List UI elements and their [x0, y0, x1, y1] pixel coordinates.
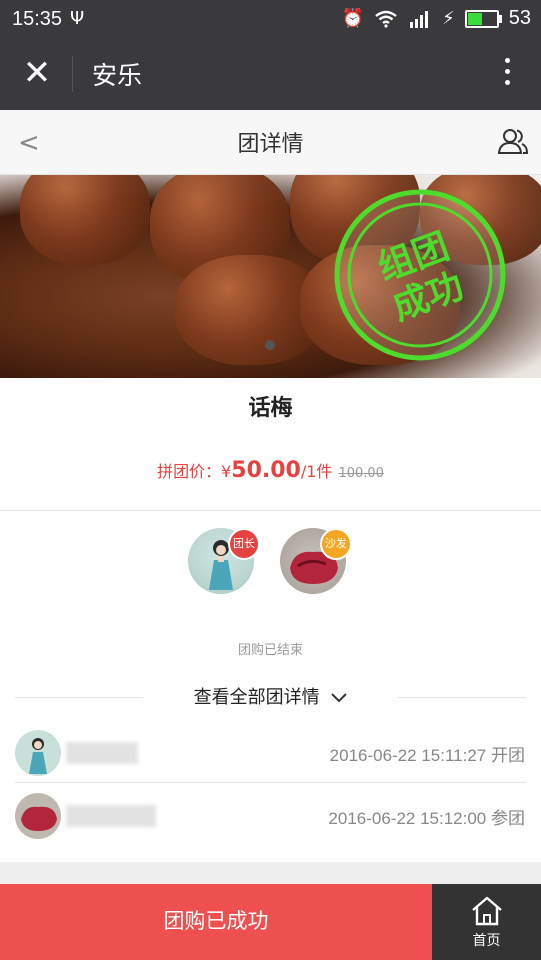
group-status-text: 团购已结束: [237, 643, 303, 658]
member-name-blurred: [66, 742, 138, 764]
group-success-button[interactable]: 团购已成功: [0, 884, 432, 960]
view-all-details[interactable]: 查看全部团详情: [0, 683, 541, 709]
status-time: 15:35: [12, 8, 63, 30]
group-price: 拼团价：¥50.00/1件 100.00: [0, 458, 541, 483]
group-members-button[interactable]: [497, 126, 529, 160]
member-time: 2016-06-22 15:12:00: [328, 809, 487, 828]
price-currency: ¥: [221, 462, 232, 481]
app-title: 安乐: [92, 61, 143, 90]
status-icons: ⏰ ⚡ 53: [342, 7, 531, 30]
close-button[interactable]: ✕: [18, 54, 56, 92]
price-label: 拼团价：: [157, 462, 222, 481]
leader-badge: 团长: [228, 528, 260, 560]
carousel-indicator: [265, 340, 275, 350]
section-divider: [0, 862, 541, 884]
more-menu-button[interactable]: [505, 58, 511, 91]
member-action: 参团: [491, 809, 525, 829]
battery-percent: 53: [508, 7, 531, 29]
sofa-badge: 沙发: [320, 528, 352, 560]
home-tab[interactable]: 首页: [432, 884, 541, 960]
usb-icon: Ψ: [70, 8, 85, 29]
status-bar: 15:35 Ψ ⏰ ⚡ 53: [0, 0, 541, 38]
list-item: 2016-06-22 15:12:00 参团: [0, 785, 541, 845]
member-name-blurred: [66, 805, 156, 827]
wifi-icon: [375, 10, 397, 28]
member-info: 2016-06-22 15:11:27 开团: [330, 741, 525, 766]
member-action: 开团: [491, 746, 525, 766]
more-dot-icon: [505, 69, 510, 74]
battery-icon: [464, 9, 502, 28]
avatar-image: [21, 806, 57, 831]
divider: [15, 782, 526, 783]
member-info: 2016-06-22 15:12:00 参团: [328, 804, 525, 829]
product-name: 话梅: [248, 396, 293, 421]
member-avatar: [15, 730, 61, 776]
avatar-image: [29, 738, 47, 774]
price-value: 50.00: [231, 458, 301, 483]
battery-fill: [467, 12, 482, 25]
app-bar: ✕ 安乐: [0, 38, 541, 110]
nav-bar: < 团详情: [0, 110, 541, 175]
banner-image: [20, 175, 150, 265]
signal-icon: [410, 10, 429, 28]
charging-icon: ⚡: [442, 8, 455, 29]
more-dot-icon: [505, 58, 510, 63]
original-price: 100.00: [338, 466, 384, 481]
member-avatar: [15, 793, 61, 839]
member-time: 2016-06-22 15:11:27: [329, 746, 487, 765]
divider: [15, 697, 143, 698]
app-bar-divider: [72, 56, 73, 92]
home-label: 首页: [472, 933, 501, 949]
more-dot-icon: [505, 80, 510, 85]
divider: [398, 697, 526, 698]
success-stamp: 组团 成功: [334, 189, 506, 361]
view-all-label: 查看全部团详情: [193, 687, 320, 708]
home-icon: [472, 896, 502, 926]
chevron-down-icon: [331, 693, 348, 703]
group-icon: [497, 129, 529, 154]
divider: [0, 510, 541, 511]
price-unit: /1件: [300, 462, 333, 481]
list-item: 2016-06-22 15:11:27 开团: [0, 722, 541, 782]
page-title: 团详情: [237, 132, 304, 157]
alarm-icon: ⏰: [341, 8, 365, 29]
